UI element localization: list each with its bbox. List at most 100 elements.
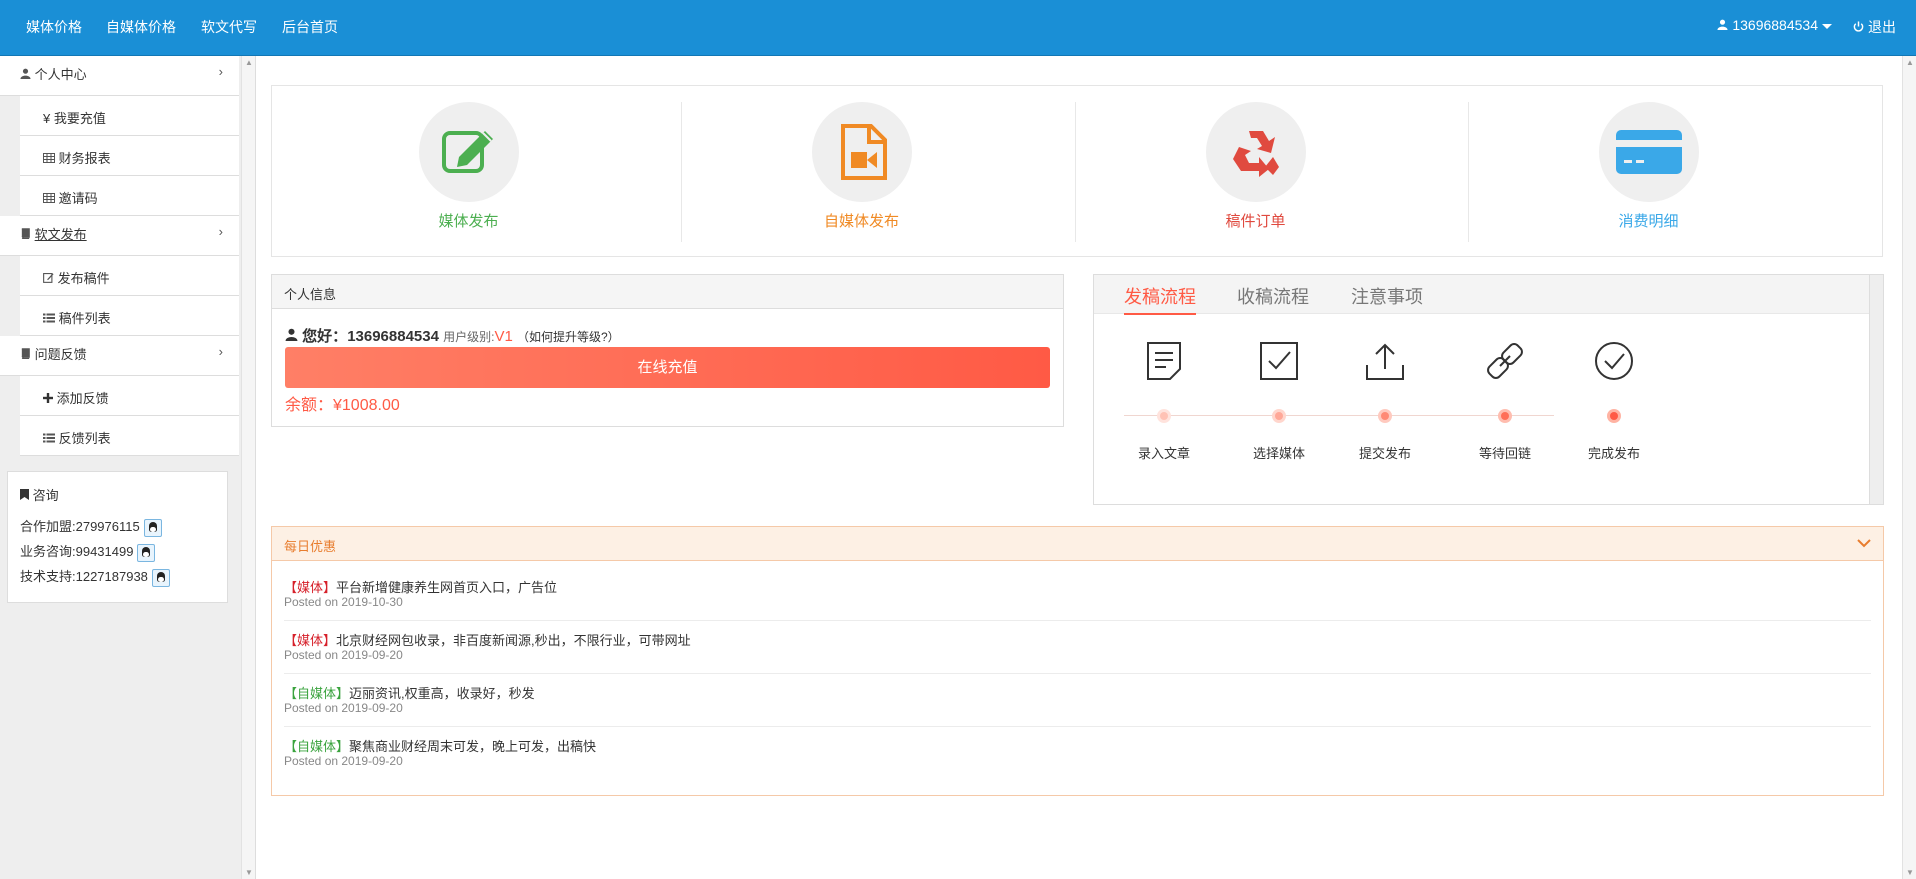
qq-icon[interactable] xyxy=(151,568,170,587)
scroll-up-icon[interactable]: ▲ xyxy=(1906,58,1914,67)
daily-header[interactable]: 每日优惠 xyxy=(272,527,1883,561)
nav-media-price[interactable]: 媒体价格 xyxy=(26,17,82,37)
level-value: V1 xyxy=(494,328,513,345)
sidebar-item-invite-code[interactable]: 邀请码 xyxy=(20,176,239,216)
tab-receive-process[interactable]: 收稿流程 xyxy=(1237,283,1309,309)
main-scrollbar[interactable]: ▲ ▼ xyxy=(1902,56,1916,879)
nav-copywriting[interactable]: 软文代写 xyxy=(201,17,257,37)
plus-icon xyxy=(43,391,53,406)
news-date: Posted on 2019-09-20 xyxy=(284,754,403,768)
step-finish-publish: 完成发布 xyxy=(1564,341,1664,471)
sidebar-scrollbar[interactable]: ▲ ▼ xyxy=(241,56,255,879)
process-scrollbar[interactable] xyxy=(1869,275,1883,504)
sidebar-item-label: 邀请码 xyxy=(58,191,98,206)
news-text: 聚焦商业财经周末可发，晚上可发，出稿快 xyxy=(349,739,597,754)
sidebar-item-label: 发布稿件 xyxy=(57,271,110,286)
daily-offers-panel: 每日优惠 【媒体】平台新增健康养生网首页入口，广告位 Posted on 201… xyxy=(271,526,1884,796)
chevron-right-icon: › xyxy=(218,64,223,79)
user-icon xyxy=(1717,17,1732,33)
step-label: 等待回链 xyxy=(1478,446,1531,461)
news-text: 迈丽资讯,权重高，收录好，秒发 xyxy=(349,686,535,701)
sidebar-group-personal-center[interactable]: 个人中心 › xyxy=(0,56,239,96)
list-item[interactable]: 【自媒体】迈丽资讯,权重高，收录好，秒发 Posted on 2019-09-2… xyxy=(284,675,1871,727)
quick-icon-circle xyxy=(811,102,912,202)
step-label: 完成发布 xyxy=(1587,446,1640,461)
sidebar-item-label: 财务报表 xyxy=(58,151,111,166)
scroll-down-icon[interactable]: ▼ xyxy=(1906,868,1914,877)
news-date: Posted on 2019-09-20 xyxy=(284,701,403,715)
consult-row-text: 合作加盟:279976115 xyxy=(20,519,140,534)
list-icon xyxy=(43,311,55,326)
quick-draft-orders[interactable]: 稿件订单 xyxy=(1059,86,1452,256)
sidebar-item-label: 我要充值 xyxy=(53,111,106,126)
recharge-button[interactable]: 在线充值 xyxy=(285,347,1050,388)
upgrade-link[interactable]: （如何提升等级?） xyxy=(517,330,620,344)
sidebar-item-publish-draft[interactable]: 发布稿件 xyxy=(20,256,239,296)
quick-self-media-publish[interactable]: 自媒体发布 xyxy=(665,86,1058,256)
tab-submit-process[interactable]: 发稿流程 xyxy=(1124,283,1196,315)
user-menu[interactable]: 13696884534 xyxy=(1717,17,1832,33)
table-icon xyxy=(43,191,55,206)
sidebar-item-label: 稿件列表 xyxy=(58,311,111,326)
sidebar-item-recharge[interactable]: ¥ 我要充值 xyxy=(20,96,239,136)
quick-icon-circle xyxy=(1205,102,1306,202)
sidebar-group-article-publish[interactable]: 软文发布 › xyxy=(0,216,239,256)
step-dot xyxy=(1378,409,1392,423)
qq-icon[interactable] xyxy=(137,543,156,562)
sidebar-item-finance-report[interactable]: 财务报表 xyxy=(20,136,239,176)
consult-row-business: 业务咨询:99431499 xyxy=(20,541,156,562)
nav-admin-home[interactable]: 后台首页 xyxy=(282,17,338,37)
news-tag: 【媒体】 xyxy=(284,633,337,648)
user-icon xyxy=(285,328,298,345)
checkbox-icon xyxy=(1260,342,1298,380)
quick-label: 稿件订单 xyxy=(1225,213,1286,230)
quick-media-publish[interactable]: 媒体发布 xyxy=(272,86,665,256)
chevron-right-icon: › xyxy=(218,344,223,359)
quick-label: 自媒体发布 xyxy=(823,213,899,230)
sidebar-group-label: 问题反馈 xyxy=(34,347,87,362)
list-icon xyxy=(43,431,55,446)
sidebar-item-label: 反馈列表 xyxy=(58,431,111,446)
chevron-down-icon[interactable] xyxy=(1857,536,1871,551)
sidebar-item-draft-list[interactable]: 稿件列表 xyxy=(20,296,239,336)
edit-icon xyxy=(441,131,493,173)
sidebar-item-add-feedback[interactable]: 添加反馈 xyxy=(20,376,239,416)
link-icon xyxy=(1487,343,1523,379)
check-circle-icon xyxy=(1595,342,1633,380)
logout-label: 退出 xyxy=(1868,19,1896,35)
list-item[interactable]: 【媒体】平台新增健康养生网首页入口，广告位 Posted on 2019-10-… xyxy=(284,569,1871,621)
step-dot xyxy=(1607,409,1621,423)
news-text: 平台新增健康养生网首页入口，广告位 xyxy=(336,580,558,595)
quick-label: 媒体发布 xyxy=(438,213,499,230)
greeting-phone: 13696884534 xyxy=(347,328,439,345)
news-tag: 【媒体】 xyxy=(284,580,337,595)
recycle-icon xyxy=(1232,131,1279,177)
credit-card-icon xyxy=(1615,130,1682,174)
quick-consumption-details[interactable]: 消费明细 xyxy=(1452,86,1845,256)
step-enter-article: 录入文章 xyxy=(1114,341,1214,471)
book-icon xyxy=(20,227,31,242)
daily-title: 每日优惠 xyxy=(284,539,337,554)
news-title: 【媒体】平台新增健康养生网首页入口，广告位 xyxy=(284,577,557,596)
qq-icon[interactable] xyxy=(143,518,162,537)
scroll-down-icon[interactable]: ▼ xyxy=(245,868,253,877)
user-icon xyxy=(20,67,31,82)
sidebar-group-feedback[interactable]: 问题反馈 › xyxy=(0,336,239,376)
process-tabs: 发稿流程 收稿流程 注意事项 xyxy=(1094,275,1883,315)
greeting-label: 您好： xyxy=(302,328,348,345)
tab-notes[interactable]: 注意事项 xyxy=(1351,283,1423,309)
list-item[interactable]: 【媒体】北京财经网包收录，非百度新闻源,秒出，不限行业，可带网址 Posted … xyxy=(284,622,1871,674)
sidebar-item-label: 添加反馈 xyxy=(56,391,109,406)
scroll-up-icon[interactable]: ▲ xyxy=(245,58,253,67)
logout-button[interactable]: 退出 xyxy=(1853,17,1896,37)
consult-row-text: 业务咨询:99431499 xyxy=(20,544,134,559)
power-icon xyxy=(1853,19,1868,35)
sidebar-group-label: 软文发布 xyxy=(34,227,87,242)
news-date: Posted on 2019-09-20 xyxy=(284,648,403,662)
list-item[interactable]: 【自媒体】聚焦商业财经周末可发，晚上可发，出稿快 Posted on 2019-… xyxy=(284,728,1871,780)
sidebar-item-feedback-list[interactable]: 反馈列表 xyxy=(20,416,239,456)
nav-self-media-price[interactable]: 自媒体价格 xyxy=(106,17,176,37)
bookmark-icon xyxy=(20,488,29,503)
news-date: Posted on 2019-10-30 xyxy=(284,595,403,609)
consult-row-text: 技术支持:1227187938 xyxy=(20,569,148,584)
